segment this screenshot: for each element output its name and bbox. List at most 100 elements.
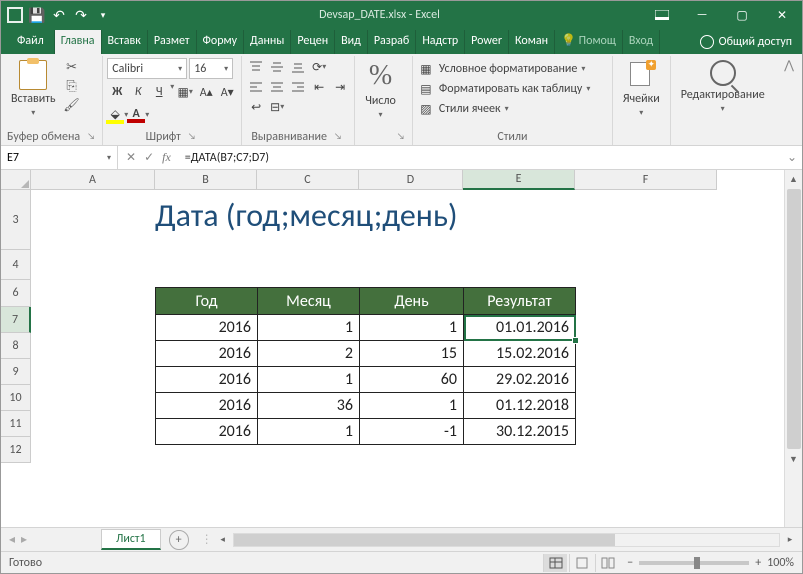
format-as-table-button[interactable]: ▤Форматировать как таблицу▾: [417, 80, 591, 98]
qat-customize-icon[interactable]: ▾: [95, 7, 111, 23]
underline-button[interactable]: Ч: [149, 82, 169, 102]
cell[interactable]: 36: [258, 393, 360, 419]
number-format-button[interactable]: % Число ▾: [359, 58, 402, 122]
row-header-9[interactable]: 9: [1, 359, 31, 385]
ribbon-options-icon[interactable]: [642, 1, 682, 29]
close-button[interactable]: ✕: [762, 1, 802, 29]
row-header-3[interactable]: 3: [1, 190, 31, 250]
merge-center-button[interactable]: ⊟▾: [267, 98, 287, 116]
cell[interactable]: 60: [360, 367, 464, 393]
grow-font-button[interactable]: A▴: [196, 82, 216, 102]
font-color-button[interactable]: A▾: [128, 105, 148, 125]
row-header-7[interactable]: 7: [1, 307, 31, 333]
align-center-button[interactable]: [267, 78, 287, 96]
cell[interactable]: 2016: [156, 315, 258, 341]
sheet-tab-1[interactable]: Лист1: [101, 529, 161, 550]
bold-button[interactable]: Ж: [107, 82, 127, 102]
tab-layout[interactable]: Размет: [148, 30, 197, 54]
dialog-launcher-icon[interactable]: ↘: [331, 130, 345, 144]
row-header-10[interactable]: 10: [1, 385, 31, 411]
decrease-indent-button[interactable]: ⇤: [309, 78, 329, 96]
row-header-4[interactable]: 4: [1, 250, 31, 280]
fill-color-button[interactable]: ⬙▾: [107, 105, 127, 125]
cell[interactable]: 29.02.2016: [464, 367, 576, 393]
cell[interactable]: 2016: [156, 393, 258, 419]
spreadsheet-grid[interactable]: ABCDEF 346789101112 Дата (год;месяц;день…: [1, 170, 802, 527]
tab-review[interactable]: Рецен: [291, 30, 335, 54]
column-header-B[interactable]: B: [155, 170, 257, 190]
paste-button[interactable]: Вставить ▾: [7, 58, 60, 120]
column-header-D[interactable]: D: [359, 170, 463, 190]
share-button[interactable]: Общий доступ: [690, 29, 802, 54]
horizontal-scrollbar[interactable]: ⋮ ◂ ▸: [197, 532, 802, 547]
border-button[interactable]: ▦▾: [175, 82, 195, 102]
tab-addins[interactable]: Надстр: [416, 30, 465, 54]
dialog-launcher-icon[interactable]: ↘: [185, 130, 199, 144]
tab-login[interactable]: Вход: [623, 30, 660, 54]
vertical-scrollbar[interactable]: ▲ ▼: [784, 170, 802, 527]
tab-team[interactable]: Коман: [509, 30, 555, 54]
zoom-out-button[interactable]: −: [627, 556, 633, 570]
cells-button[interactable]: ✦ Ячейки ▾: [617, 58, 666, 120]
shrink-font-button[interactable]: A▾: [217, 82, 237, 102]
cell[interactable]: 01.12.2018: [464, 393, 576, 419]
cut-button[interactable]: ✂: [62, 58, 82, 76]
dialog-launcher-icon[interactable]: ↘: [394, 130, 408, 144]
view-normal-button[interactable]: [543, 554, 567, 572]
formula-input[interactable]: =ДАТА(B7;C7;D7): [179, 151, 782, 165]
tab-developer[interactable]: Разраб: [368, 30, 416, 54]
cell[interactable]: -1: [360, 419, 464, 445]
zoom-slider[interactable]: [639, 561, 749, 565]
column-header-E[interactable]: E: [463, 170, 575, 190]
underline-more[interactable]: ▾: [170, 82, 174, 102]
column-header-C[interactable]: C: [257, 170, 359, 190]
increase-indent-button[interactable]: ⇥: [330, 78, 350, 96]
italic-button[interactable]: К: [128, 82, 148, 102]
editing-button[interactable]: Редактирование ▾: [675, 58, 771, 116]
cell[interactable]: 2016: [156, 419, 258, 445]
cell-styles-button[interactable]: ▨Стили ячеек▾: [417, 100, 509, 118]
cell[interactable]: 2: [258, 341, 360, 367]
redo-icon[interactable]: ↷: [73, 7, 89, 23]
select-all-corner[interactable]: [1, 170, 31, 190]
row-header-11[interactable]: 11: [1, 411, 31, 437]
column-header-A[interactable]: A: [31, 170, 155, 190]
cell[interactable]: 2016: [156, 341, 258, 367]
scroll-right-icon[interactable]: ▸: [782, 534, 798, 545]
align-top-button[interactable]: [246, 58, 266, 76]
cell[interactable]: 1: [360, 315, 464, 341]
save-icon[interactable]: 💾: [29, 7, 45, 23]
cell[interactable]: 1: [258, 367, 360, 393]
undo-icon[interactable]: ↶: [51, 7, 67, 23]
scroll-up-icon[interactable]: ▲: [785, 170, 802, 188]
tab-view[interactable]: Вид: [335, 30, 368, 54]
orientation-button[interactable]: ⟳▾: [309, 58, 329, 76]
scroll-thumb[interactable]: [787, 189, 801, 449]
scroll-left-icon[interactable]: ◂: [215, 534, 231, 545]
view-page-layout-button[interactable]: [569, 554, 593, 572]
tab-home[interactable]: Главна: [55, 30, 102, 54]
minimize-button[interactable]: —: [682, 1, 722, 29]
wrap-text-button[interactable]: ↩: [246, 98, 266, 116]
scroll-down-icon[interactable]: ▼: [785, 450, 802, 468]
conditional-formatting-button[interactable]: ▦Условное форматирование▾: [417, 60, 585, 78]
cell[interactable]: 15.02.2016: [464, 341, 576, 367]
cancel-formula-button[interactable]: ✕: [126, 150, 136, 165]
restore-button[interactable]: ▢: [722, 1, 762, 29]
format-painter-button[interactable]: 🖌: [62, 96, 82, 114]
cell[interactable]: 01.01.2016: [464, 315, 576, 341]
tab-data[interactable]: Данны: [244, 30, 291, 54]
cell[interactable]: 2016: [156, 367, 258, 393]
expand-formula-bar-button[interactable]: ⌄: [782, 150, 802, 165]
cell[interactable]: 30.12.2015: [464, 419, 576, 445]
collapse-ribbon-button[interactable]: ⋀: [778, 56, 800, 145]
tab-insert[interactable]: Вставк: [102, 30, 148, 54]
new-sheet-button[interactable]: +: [169, 530, 189, 550]
name-box[interactable]: E7▾: [1, 146, 118, 169]
tab-formulas[interactable]: Форму: [197, 30, 244, 54]
row-header-12[interactable]: 12: [1, 437, 31, 463]
fill-handle[interactable]: [572, 337, 579, 344]
view-page-break-button[interactable]: [595, 554, 619, 572]
align-left-button[interactable]: [246, 78, 266, 96]
cell[interactable]: 1: [258, 419, 360, 445]
